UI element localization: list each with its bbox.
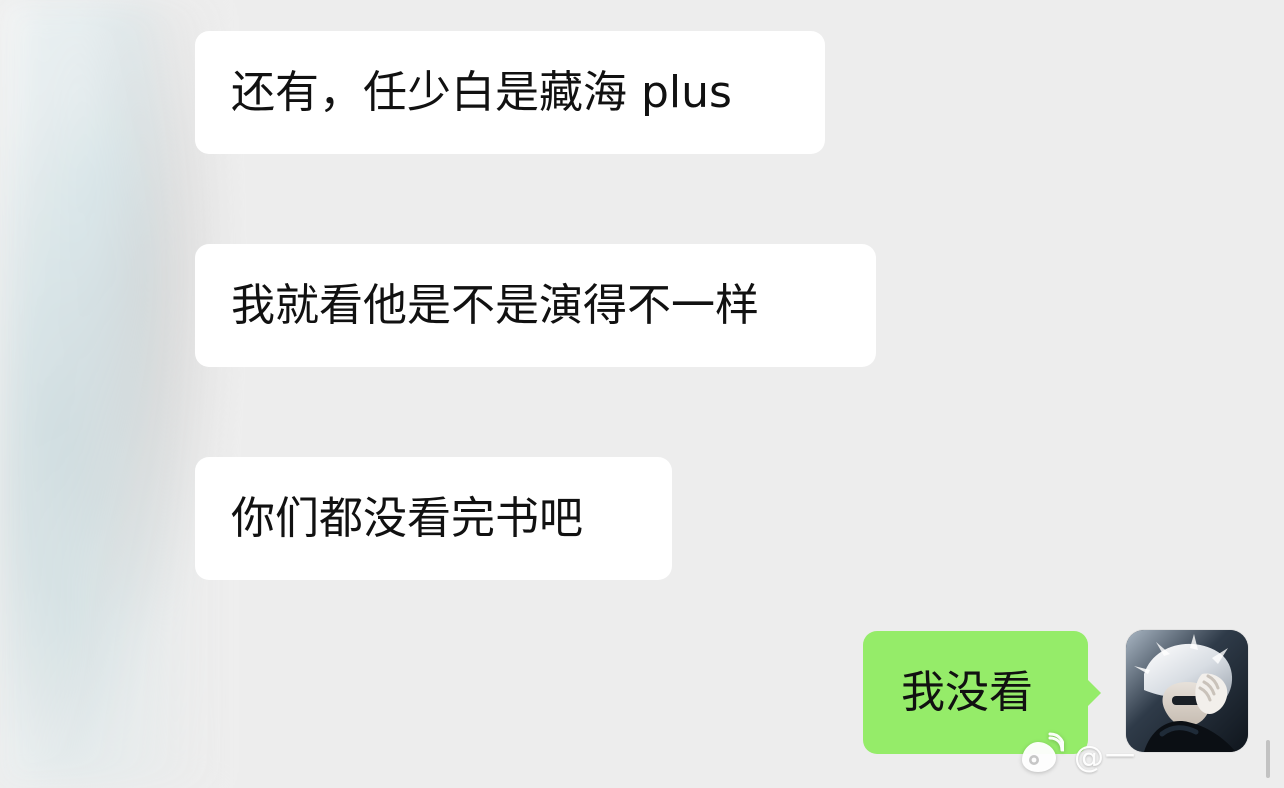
scrollbar[interactable] xyxy=(1266,740,1270,778)
watermark-handle: @一 xyxy=(1074,740,1136,775)
watermark: @一 xyxy=(1016,732,1136,776)
message-text: 我就看他是不是演得不一样 xyxy=(231,279,759,331)
message-text: 我没看 xyxy=(901,666,1033,718)
message-text: 你们都没看完书吧 xyxy=(231,492,583,544)
message-text: 还有，任少白是藏海 plus xyxy=(231,66,732,118)
user-avatar[interactable] xyxy=(1126,630,1248,752)
message-bubble-left[interactable]: 你们都没看完书吧 xyxy=(195,457,672,580)
message-bubble-left[interactable]: 还有，任少白是藏海 plus xyxy=(195,31,825,154)
message-bubble-left[interactable]: 我就看他是不是演得不一样 xyxy=(195,244,876,367)
weibo-icon xyxy=(1022,732,1064,772)
